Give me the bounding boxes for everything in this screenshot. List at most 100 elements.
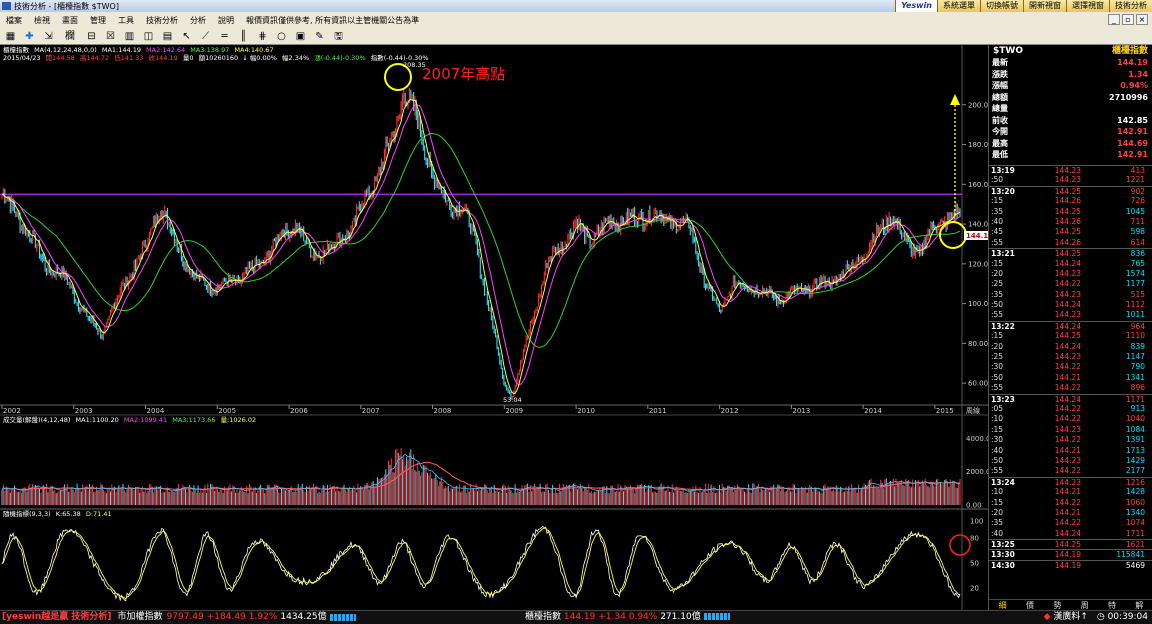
eraser-icon[interactable]: ✎ (313, 30, 326, 43)
alert-icon[interactable]: ◆ (1044, 612, 1051, 622)
chart-svg[interactable]: 櫃檯指數 MA(4,12,24,48,0,0) MA1:144.19 MA2:1… (0, 45, 995, 610)
tick-row[interactable]: :30 144.22 1391 (989, 435, 1152, 445)
tick-price: 144.23 (1054, 268, 1081, 278)
tick-row[interactable]: 13:30 144.19 115841 (989, 549, 1152, 559)
period-select[interactable]: 欄 (61, 30, 79, 43)
menu-notice: 報價資訊僅供參考, 所有資訊以主管機關公告為準 (246, 15, 420, 25)
tick-row[interactable]: 13:21 144.25 836 (989, 248, 1152, 258)
tick-row[interactable]: 14:30 144.19 5469 (989, 559, 1152, 570)
tick-row[interactable]: 13:23 144.24 1171 (989, 393, 1152, 404)
text-icon[interactable]: ▣ (294, 30, 307, 43)
tick-row[interactable]: 13:19 144.23 413 (989, 165, 1152, 175)
tick-row[interactable]: :25 144.23 1147 (989, 352, 1152, 362)
vline-icon[interactable]: ║ (237, 30, 250, 43)
tick-row[interactable]: :50 144.23 1221 (989, 175, 1152, 185)
tick-row[interactable]: :50 144.23 1429 (989, 456, 1152, 466)
year-label: 2006 (290, 407, 308, 415)
tick-volume: 765 (1130, 258, 1145, 268)
save-icon[interactable]: 🖫 (332, 30, 345, 43)
tick-table[interactable]: 13:19 144.23 413:50 144.23 1221 13:20 144.25 90… (989, 165, 1152, 570)
tick-row[interactable]: :35 144.25 1045 (989, 207, 1152, 217)
tick-row[interactable]: :45 144.25 598 (989, 227, 1152, 237)
tick-row[interactable]: :40 144.21 1713 (989, 446, 1152, 456)
tick-row[interactable]: :55 144.22 896 (989, 383, 1152, 393)
settings-icon[interactable]: ▤ (161, 30, 174, 43)
menu-manage[interactable]: 管理 (84, 15, 112, 26)
tick-row[interactable]: :30 144.22 790 (989, 362, 1152, 372)
technical-analysis-button[interactable]: 技術分析 (1109, 0, 1152, 12)
tick-row[interactable]: :35 144.23 515 (989, 290, 1152, 300)
export-icon[interactable]: ⇲ (42, 30, 55, 43)
zoom-icon[interactable]: ⊟ (85, 30, 98, 43)
tick-row[interactable]: 13:25 144.25 1621 (989, 539, 1152, 549)
price-axis-label: 60.00 (968, 380, 988, 388)
quote-row: 最新 144.19 (989, 57, 1152, 69)
bar-chart-icon[interactable]: ▥ (123, 30, 136, 43)
tick-time: :50 (991, 455, 1004, 465)
minimize-icon[interactable]: _ (1108, 14, 1120, 25)
year-label: 2008 (434, 407, 452, 415)
tick-row[interactable]: :25 144.22 1177 (989, 279, 1152, 289)
tab-detail[interactable]: 細 (999, 600, 1007, 610)
tick-row[interactable]: :55 144.22 2177 (989, 466, 1152, 476)
quote-panel: $TWO 櫃檯指數 最新 144.19 漲跌 1.34 漲幅 0.94% 總額 2710996… (988, 45, 1152, 610)
system-menu-button[interactable]: 系統選單 (937, 0, 980, 12)
line-chart-icon[interactable]: ◫ (142, 30, 155, 43)
select-window-button[interactable]: 選擇視窗 (1066, 0, 1109, 12)
tick-row[interactable]: :15 144.24 765 (989, 259, 1152, 269)
tab-week[interactable]: 周 (1081, 600, 1089, 610)
tick-volume: 726 (1130, 196, 1145, 206)
tick-row[interactable]: :15 144.25 1110 (989, 331, 1152, 341)
tab-price[interactable]: 價 (1026, 600, 1034, 610)
peak-annotation: 2007年高點 (422, 65, 505, 83)
tick-row[interactable]: :50 144.24 1112 (989, 300, 1152, 310)
menu-technical[interactable]: 技術分析 (140, 15, 184, 26)
tick-row[interactable]: :20 144.23 1574 (989, 269, 1152, 279)
tick-row[interactable]: :55 144.26 614 (989, 238, 1152, 248)
add-icon[interactable]: ✚ (23, 30, 36, 43)
market-amount: 1434.25億 (280, 612, 327, 622)
close-icon[interactable]: × (1136, 14, 1148, 25)
menu-screen[interactable]: 畫面 (56, 15, 84, 26)
menu-file[interactable]: 檔案 (0, 15, 28, 26)
tick-time: :45 (991, 227, 1004, 237)
tick-row[interactable]: :50 144.21 1341 (989, 373, 1152, 383)
menu-help[interactable]: 說明 (212, 15, 240, 26)
menu-tools[interactable]: 工具 (112, 15, 140, 26)
tick-time: :25 (991, 279, 1004, 289)
tab-special[interactable]: 特 (1108, 600, 1116, 610)
kd-axis-label: 50 (970, 560, 979, 568)
tick-row[interactable]: :15 144.22 1060 (989, 498, 1152, 508)
tick-row[interactable]: 13:24 144.23 1216 (989, 476, 1152, 487)
restore-icon[interactable]: ▫ (1122, 14, 1134, 25)
tick-row[interactable]: :10 144.21 1428 (989, 487, 1152, 497)
menu-view[interactable]: 檢視 (28, 15, 56, 26)
menu-analysis[interactable]: 分析 (184, 15, 212, 26)
tick-row[interactable]: 13:20 144.25 902 (989, 185, 1152, 196)
tick-row[interactable]: 13:22 144.24 964 (989, 320, 1152, 331)
tick-row[interactable]: :40 144.26 711 (989, 217, 1152, 227)
tick-row[interactable]: :20 144.21 1340 (989, 508, 1152, 518)
tick-row[interactable]: :15 144.23 1084 (989, 425, 1152, 435)
shape-icon[interactable]: ○ (275, 30, 288, 43)
switch-account-button[interactable]: 切換帳號 (980, 0, 1023, 12)
hline-icon[interactable]: ═ (218, 30, 231, 43)
tab-trend[interactable]: 勢 (1053, 600, 1061, 610)
tab-analysis[interactable]: 解 (1135, 600, 1143, 610)
tick-volume: 5469 (1125, 560, 1145, 570)
draw-line-icon[interactable]: ⟋ (199, 30, 212, 43)
tick-row[interactable]: :05 144.22 913 (989, 404, 1152, 414)
tick-row[interactable]: :20 144.24 839 (989, 342, 1152, 352)
cross-icon[interactable]: ☒ (104, 30, 117, 43)
new-window-button[interactable]: 開新視窗 (1023, 0, 1066, 12)
chart-area[interactable]: 櫃檯指數 MA(4,12,24,48,0,0) MA1:144.19 MA2:1… (0, 45, 995, 610)
tick-row[interactable]: :40 144.24 1711 (989, 529, 1152, 539)
tick-row[interactable]: :10 144.22 1040 (989, 414, 1152, 424)
tick-row[interactable]: :35 144.22 1074 (989, 518, 1152, 528)
tick-row[interactable]: :55 144.23 1011 (989, 310, 1152, 320)
grid-icon[interactable]: ▦ (4, 30, 17, 43)
pointer-icon[interactable]: ↖ (180, 30, 193, 43)
channel-icon[interactable]: ⋕ (256, 30, 269, 43)
tick-row[interactable]: :15 144.26 726 (989, 196, 1152, 206)
year-label: 2003 (75, 407, 93, 415)
